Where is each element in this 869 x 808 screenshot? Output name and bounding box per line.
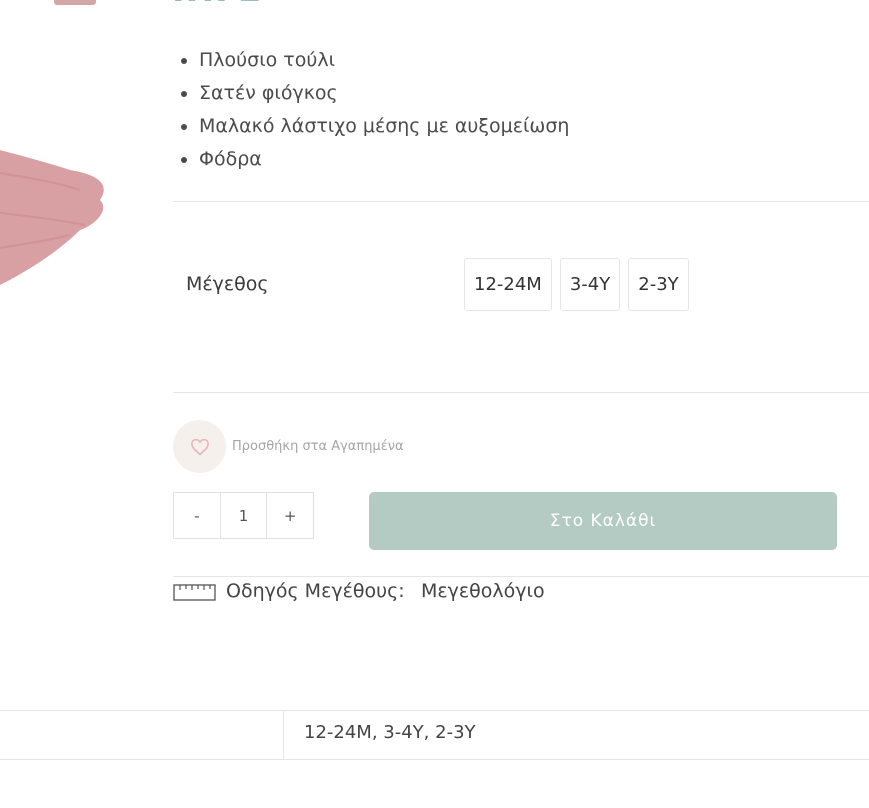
gallery-thumbnail[interactable] (54, 0, 96, 5)
feature-item: Φόδρα (199, 143, 569, 176)
feature-item: Μαλακό λάστιχο μέσης με αυξομείωση (199, 110, 569, 143)
add-to-cart-button[interactable]: Στο Καλάθι (369, 492, 837, 550)
feature-item: Σατέν φιόγκος (199, 77, 569, 110)
ruler-icon (173, 584, 216, 601)
product-price: ΙΗΓΕ (172, 0, 262, 10)
product-image (0, 150, 104, 285)
attribute-name-cell (0, 711, 284, 759)
size-option-2-3y[interactable]: 2-3Y (628, 258, 689, 311)
feature-list: Πλούσιο τούλι Σατέν φιόγκος Μαλακό λάστι… (172, 44, 569, 176)
divider (173, 201, 869, 202)
size-chart-link[interactable]: Μεγεθολόγιο (421, 580, 545, 602)
size-option-3-4y[interactable]: 3-4Y (559, 258, 621, 311)
quantity-decrease-button[interactable]: - (174, 493, 220, 538)
size-option-12-24m[interactable]: 12-24M (464, 258, 552, 311)
quantity-input[interactable]: 1 (219, 493, 268, 538)
quantity-increase-button[interactable]: + (267, 493, 313, 538)
divider (173, 576, 869, 577)
attributes-table: 12-24M, 3-4Y, 2-3Y (0, 710, 869, 760)
size-label: Μέγεθος (186, 273, 269, 295)
divider (173, 392, 869, 393)
size-guide-label: Οδηγός Μεγέθους: (226, 580, 405, 602)
attribute-value-cell: 12-24M, 3-4Y, 2-3Y (304, 722, 476, 743)
feature-item: Πλούσιο τούλι (199, 44, 569, 77)
wishlist-button[interactable] (173, 420, 226, 473)
heart-icon (190, 438, 209, 455)
size-options: 12-24M 3-4Y 2-3Y (464, 258, 689, 311)
wishlist-label[interactable]: Προσθήκη στα Αγαπημένα (232, 439, 404, 454)
quantity-stepper: - 1 + (173, 492, 314, 539)
